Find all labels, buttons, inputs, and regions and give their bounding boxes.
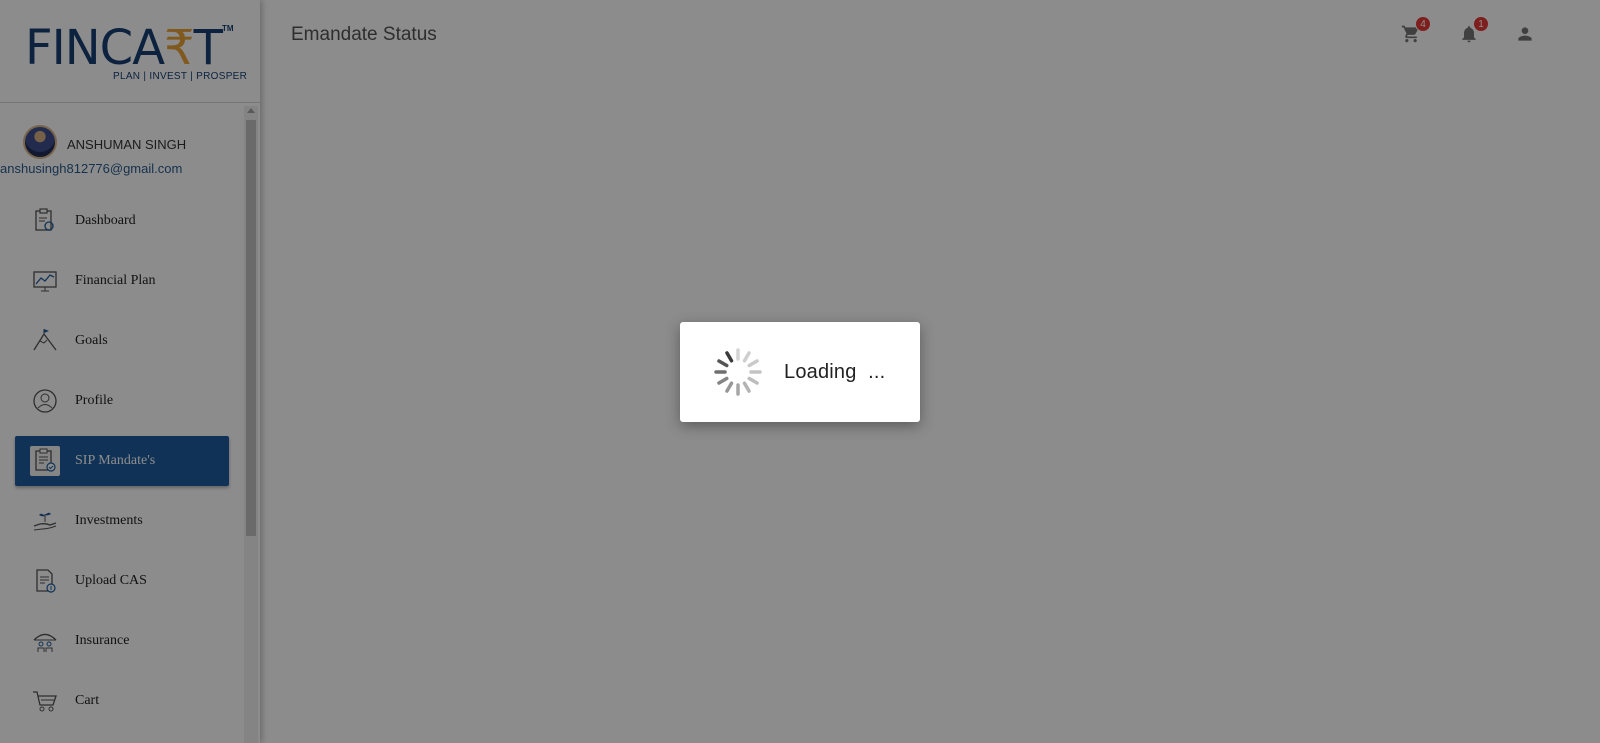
loading-dots: ... [868, 361, 886, 383]
loading-dialog: Loading ... [680, 322, 920, 422]
loading-label: Loading [784, 361, 857, 383]
spinner-icon [714, 348, 762, 396]
loading-text: Loading ... [784, 361, 885, 384]
